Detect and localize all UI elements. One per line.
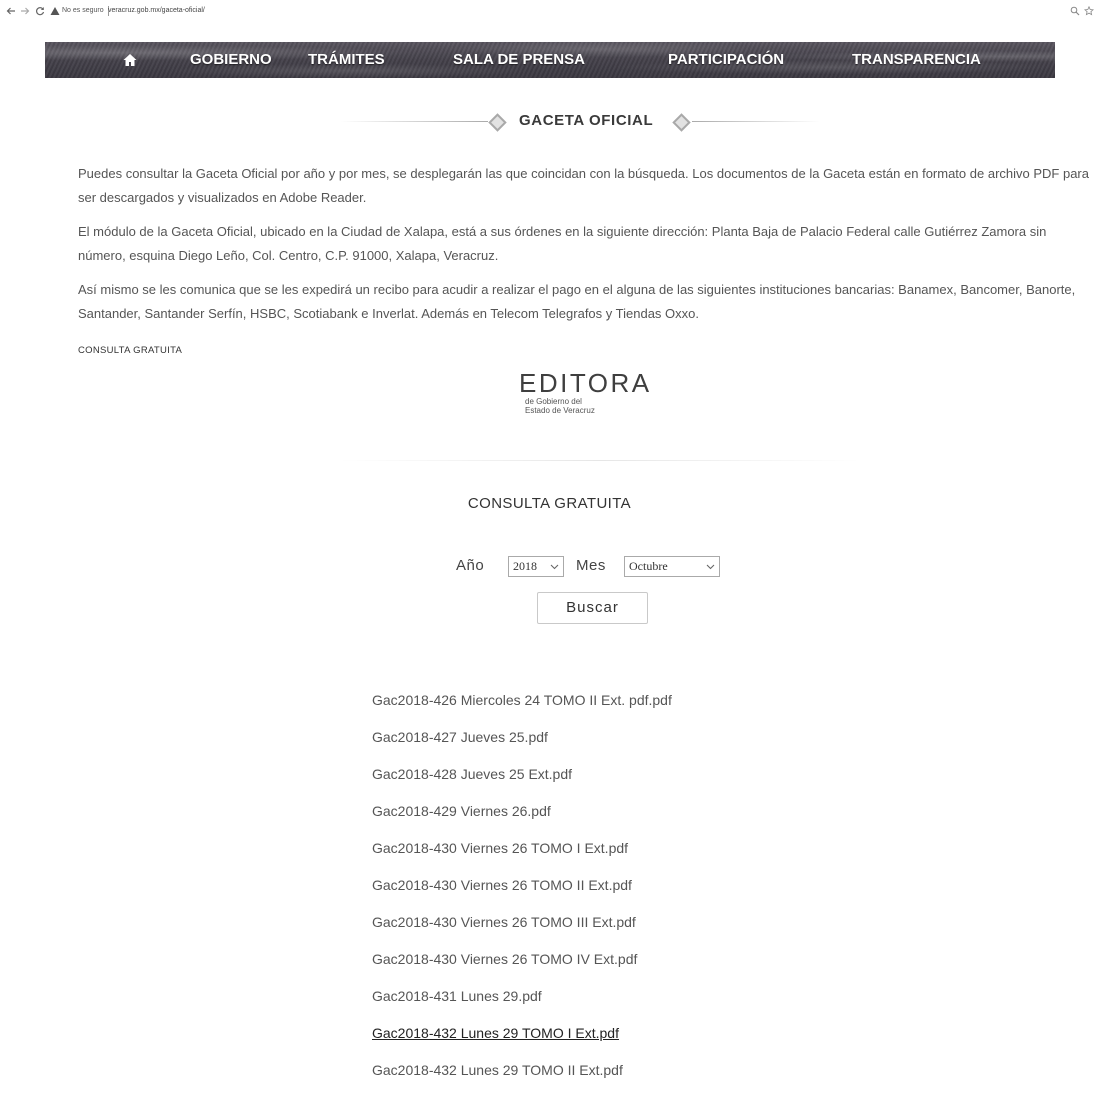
list-item: Gac2018-432 Lunes 29 TOMO I Ext.pdf [372,1025,872,1062]
result-link[interactable]: Gac2018-431 Lunes 29.pdf [372,988,542,1004]
nav-item-tramites[interactable]: TRÁMITES [308,42,385,78]
month-select[interactable]: Octubre [624,556,720,577]
address-paragraph: El módulo de la Gaceta Oficial, ubicado … [78,224,1047,263]
nav-item-participacion[interactable]: PARTICIPACIÓN [668,42,784,78]
list-item: Gac2018-432 Lunes 29 TOMO II Ext.pdf [372,1062,872,1099]
reload-icon[interactable] [35,6,45,16]
main-nav: GOBIERNO TRÁMITES SALA DE PRENSA PARTICI… [45,42,1055,78]
chevron-down-icon [550,562,559,571]
result-link[interactable]: Gac2018-429 Viernes 26.pdf [372,803,551,819]
result-link[interactable]: Gac2018-427 Jueves 25.pdf [372,729,548,745]
logo-subtitle-line-1: de Gobierno del [525,397,582,406]
list-item: Gac2018-429 Viernes 26.pdf [372,803,872,840]
chevron-down-icon [706,562,715,571]
logo-wordmark: EDITORA [519,368,652,398]
star-icon[interactable] [1084,6,1094,16]
list-item: Gac2018-431 Lunes 29.pdf [372,988,872,1025]
list-item: Gac2018-430 Viernes 26 TOMO IV Ext.pdf [372,951,872,988]
nav-item-transparencia[interactable]: TRANSPARENCIA [852,42,981,78]
result-link[interactable]: Gac2018-428 Jueves 25 Ext.pdf [372,766,572,782]
list-item: Gac2018-427 Jueves 25.pdf [372,729,872,766]
result-link[interactable]: Gac2018-430 Viernes 26 TOMO IV Ext.pdf [372,951,637,967]
search-button[interactable]: Buscar [537,592,648,624]
result-link[interactable]: Gac2018-430 Viernes 26 TOMO I Ext.pdf [372,840,628,856]
logo-subtitle-line-2: Estado de Veracruz [525,406,595,415]
section-divider [340,460,860,461]
warning-icon[interactable] [50,6,60,16]
back-arrow-icon[interactable] [6,6,16,16]
list-item: Gac2018-430 Viernes 26 TOMO III Ext.pdf [372,914,872,951]
list-item: Gac2018-428 Jueves 25 Ext.pdf [372,766,872,803]
list-item: Gac2018-430 Viernes 26 TOMO I Ext.pdf [372,840,872,877]
year-label: Año [456,557,485,574]
year-select-value: 2018 [513,559,537,573]
title-ornament-line-left [340,121,488,122]
result-link[interactable]: Gac2018-432 Lunes 29 TOMO II Ext.pdf [372,1062,623,1078]
month-label: Mes [576,557,606,574]
security-status[interactable]: No es seguro [62,6,109,16]
address-bar-url[interactable]: veracruz.gob.mx/gaceta-oficial/ [108,6,205,16]
nav-item-sala-de-prensa[interactable]: SALA DE PRENSA [453,42,585,78]
list-item: Gac2018-430 Viernes 26 TOMO II Ext.pdf [372,877,872,914]
title-diamond-right [672,113,691,132]
page-title: GACETA OFICIAL [519,112,654,129]
consulta-gratuita-label: CONSULTA GRATUITA [78,345,183,356]
title-ornament-line-right [692,121,820,122]
search-heading: CONSULTA GRATUITA [467,495,632,512]
list-item: Gac2018-426 Miercoles 24 TOMO II Ext. pd… [372,692,872,729]
month-select-value: Octubre [629,559,668,573]
year-select[interactable]: 2018 [508,556,564,577]
zoom-icon[interactable] [1070,6,1080,16]
browser-toolbar: No es seguro veracruz.gob.mx/gaceta-ofic… [0,0,1099,22]
intro-text: Puedes consultar la Gaceta Oficial por a… [78,162,1091,336]
result-link[interactable]: Gac2018-430 Viernes 26 TOMO III Ext.pdf [372,914,636,930]
result-link-hovered[interactable]: Gac2018-432 Lunes 29 TOMO I Ext.pdf [372,1025,619,1041]
payment-paragraph: Así mismo se les comunica que se les exp… [78,282,1076,321]
title-diamond-left [488,113,507,132]
intro-paragraph: Puedes consultar la Gaceta Oficial por a… [78,166,1089,205]
editora-logo: EDITORA de Gobierno del Estado de Veracr… [519,369,659,415]
home-icon[interactable] [122,52,138,68]
results-list: Gac2018-426 Miercoles 24 TOMO II Ext. pd… [372,692,872,1099]
forward-arrow-icon[interactable] [20,6,30,16]
result-link[interactable]: Gac2018-430 Viernes 26 TOMO II Ext.pdf [372,877,632,893]
nav-item-gobierno[interactable]: GOBIERNO [190,42,272,78]
result-link[interactable]: Gac2018-426 Miercoles 24 TOMO II Ext. pd… [372,692,672,708]
